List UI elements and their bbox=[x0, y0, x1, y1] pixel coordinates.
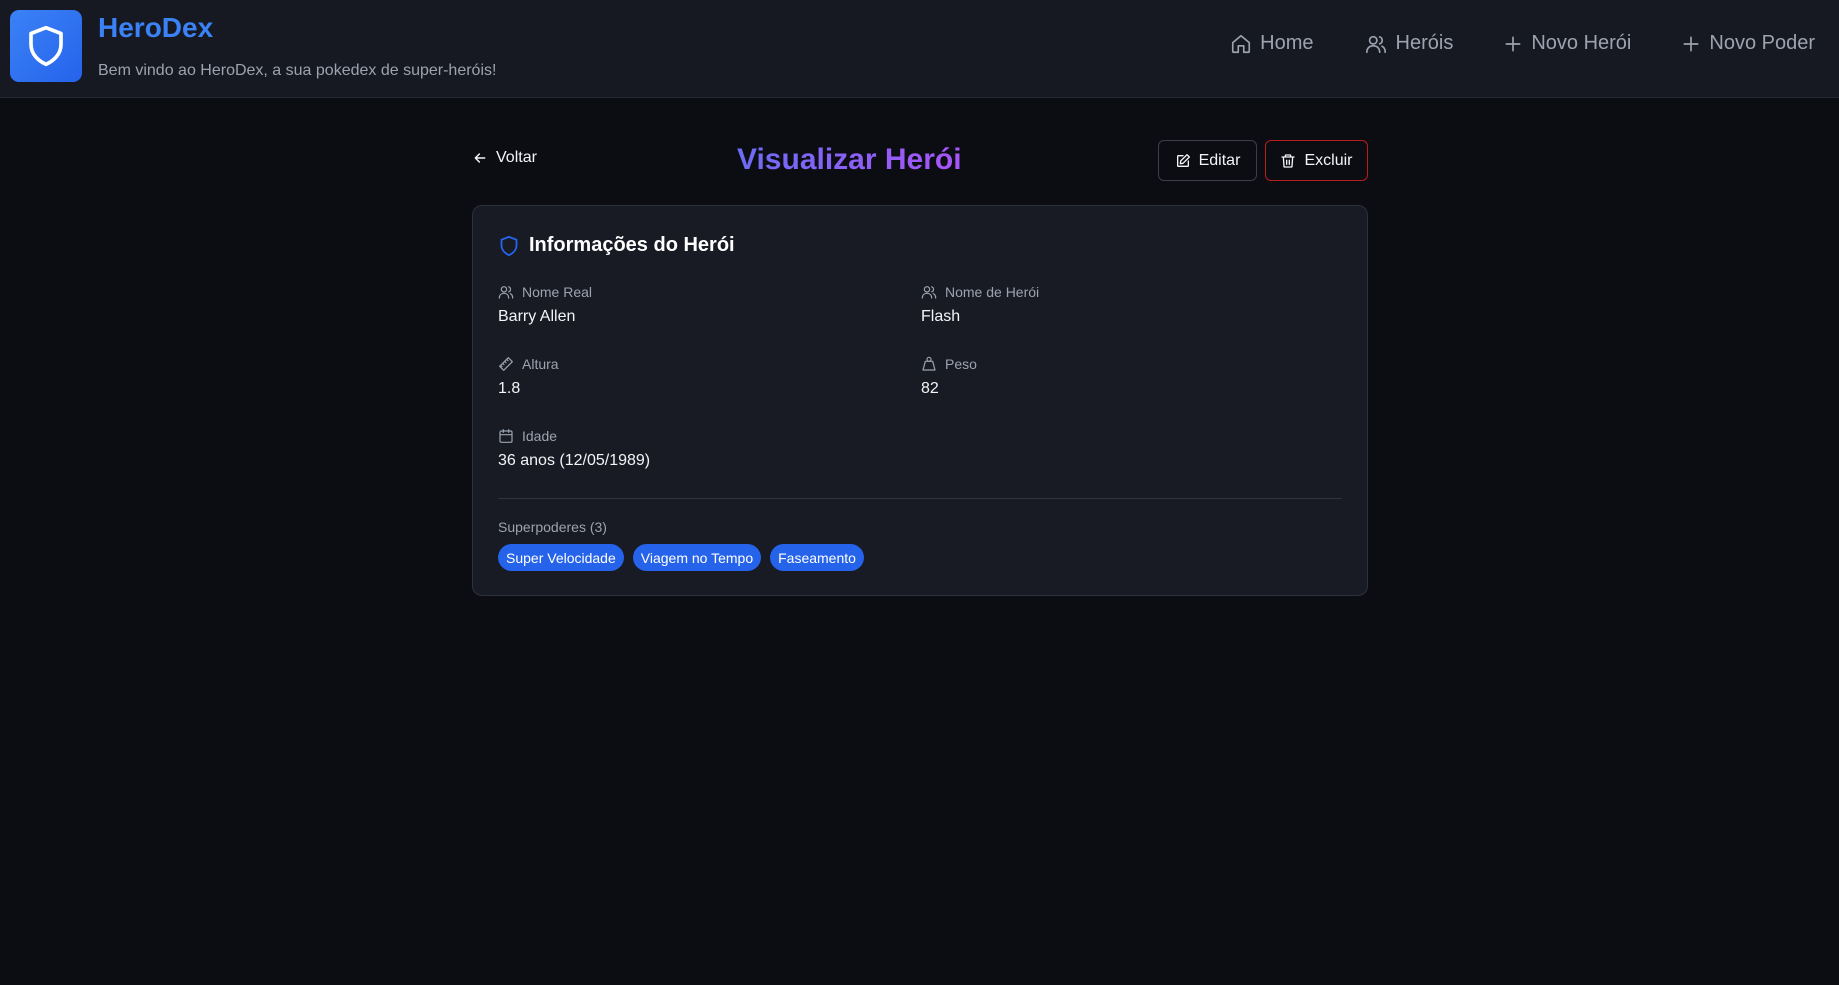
field-height-label: Altura bbox=[522, 356, 559, 372]
edit-label: Editar bbox=[1198, 151, 1241, 169]
nav-new-power-label: Novo Poder bbox=[1709, 32, 1815, 54]
main-nav: Home Heróis Novo Herói Novo Poder bbox=[1230, 32, 1815, 55]
nav-home-label: Home bbox=[1260, 32, 1314, 54]
field-weight: Peso 82 bbox=[921, 356, 977, 398]
field-height-value: 1.8 bbox=[498, 380, 521, 397]
field-age-label: Idade bbox=[522, 428, 558, 444]
shield-icon bbox=[500, 235, 518, 256]
back-label: Voltar bbox=[496, 149, 537, 166]
nav-new-hero-label: Novo Herói bbox=[1531, 32, 1632, 54]
users-icon bbox=[1365, 35, 1386, 53]
field-real-name: Nome Real Barry Allen bbox=[498, 284, 592, 326]
powers-list: Super Velocidade Viagem no Tempo Faseame… bbox=[498, 544, 864, 571]
weight-icon bbox=[922, 356, 936, 371]
plus-icon bbox=[1683, 36, 1699, 52]
powers-label: Superpoderes (3) bbox=[498, 519, 607, 535]
app-header: HeroDex Bem vindo ao HeroDex, a sua poke… bbox=[0, 0, 1839, 98]
calendar-icon bbox=[499, 429, 513, 443]
brand-title: HeroDex bbox=[98, 12, 214, 43]
field-age: Idade 36 anos (12/05/1989) bbox=[498, 428, 650, 470]
home-icon bbox=[1232, 34, 1251, 53]
arrow-left-icon bbox=[474, 153, 486, 163]
users-icon bbox=[921, 286, 937, 299]
field-hero-name-label: Nome de Herói bbox=[945, 284, 1040, 300]
ruler-icon bbox=[499, 357, 513, 371]
edit-icon bbox=[1176, 153, 1190, 167]
power-badge: Viagem no Tempo bbox=[632, 544, 762, 571]
brand-subtitle: Bem vindo ao HeroDex, a sua pokedex de s… bbox=[98, 62, 497, 79]
shield-logo-icon[interactable] bbox=[10, 10, 82, 82]
field-weight-value: 82 bbox=[921, 380, 939, 397]
card-title-text: Informações do Herói bbox=[529, 234, 735, 256]
field-hero-name-value: Flash bbox=[921, 308, 961, 325]
trash-icon bbox=[1281, 153, 1296, 168]
field-real-name-value: Barry Allen bbox=[498, 308, 576, 325]
power-badge: Super Velocidade bbox=[498, 544, 624, 571]
plus-icon bbox=[1505, 36, 1521, 52]
field-weight-label: Peso bbox=[945, 356, 977, 372]
page-title: Visualizar Herói bbox=[737, 143, 962, 176]
back-link[interactable]: Voltar bbox=[472, 149, 537, 167]
nav-heroes[interactable]: Heróis bbox=[1364, 32, 1454, 55]
field-height: Altura 1.8 bbox=[498, 356, 559, 398]
delete-button[interactable]: Excluir bbox=[1265, 140, 1368, 181]
nav-new-hero[interactable]: Novo Herói bbox=[1503, 32, 1631, 55]
nav-new-power[interactable]: Novo Poder bbox=[1681, 32, 1815, 55]
nav-home[interactable]: Home bbox=[1230, 32, 1314, 55]
hero-info-card: Informações do Herói Nome Real Barry All… bbox=[472, 205, 1368, 596]
field-real-name-label: Nome Real bbox=[522, 284, 593, 300]
users-icon bbox=[498, 286, 514, 299]
field-age-value: 36 anos (12/05/1989) bbox=[498, 452, 651, 469]
divider bbox=[498, 498, 1342, 499]
edit-button[interactable]: Editar bbox=[1158, 140, 1257, 181]
nav-heroes-label: Heróis bbox=[1395, 32, 1454, 54]
delete-label: Excluir bbox=[1304, 151, 1353, 169]
card-title: Informações do Herói bbox=[499, 234, 735, 257]
field-hero-name: Nome de Herói Flash bbox=[921, 284, 1039, 326]
power-badge: Faseamento bbox=[770, 544, 864, 571]
